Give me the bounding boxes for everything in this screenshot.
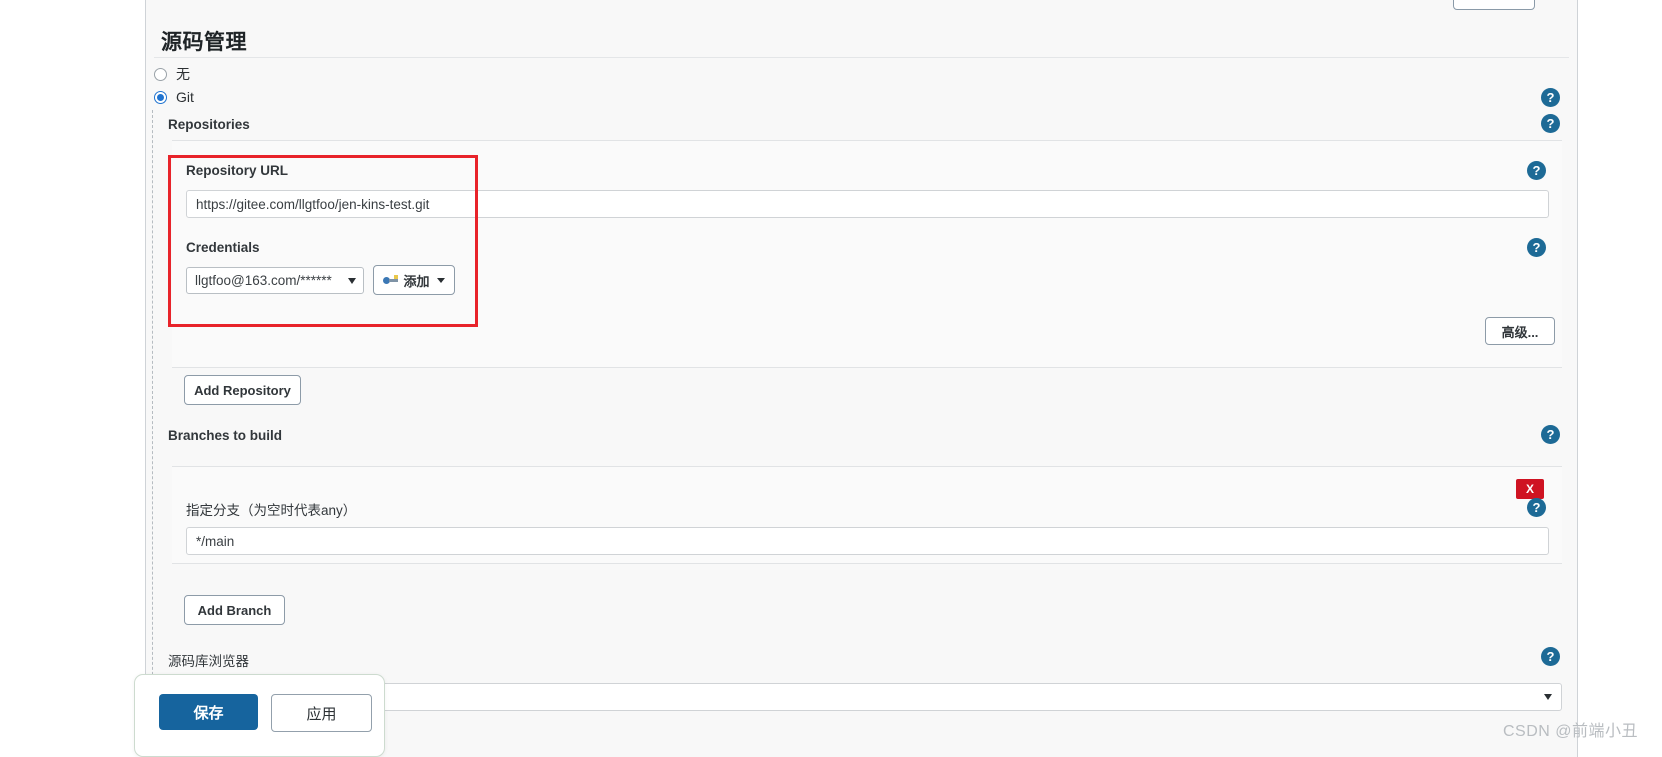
repository-url-label: Repository URL	[186, 163, 289, 178]
add-repository-label: Add Repository	[194, 382, 291, 398]
credentials-select[interactable]: llgtfoo@163.com/******	[186, 267, 364, 294]
add-branch-label: Add Branch	[197, 602, 272, 618]
save-action-bar: 保存 应用	[134, 674, 385, 757]
add-credentials-button[interactable]: 添加	[373, 265, 455, 295]
help-icon-branch-spec[interactable]: ?	[1527, 498, 1546, 517]
help-icon-git[interactable]: ?	[1541, 88, 1560, 107]
add-credentials-label: 添加	[403, 273, 430, 289]
key-icon	[383, 274, 399, 286]
repository-browser-label: 源码库浏览器	[168, 654, 249, 669]
watermark: CSDN @前端小丑	[1502, 723, 1638, 740]
radio-label-none: 无	[176, 66, 190, 82]
help-icon-repository-url[interactable]: ?	[1527, 161, 1546, 180]
nested-section-guide	[152, 110, 153, 695]
chevron-down-icon	[436, 277, 445, 283]
help-icon-branches[interactable]: ?	[1541, 425, 1560, 444]
advanced-button[interactable]: 高级...	[1485, 317, 1555, 345]
radio-option-git[interactable]: Git	[154, 89, 194, 105]
radio-option-none[interactable]: 无	[154, 64, 190, 84]
branches-legend: Branches to build	[168, 428, 283, 443]
add-branch-button[interactable]: Add Branch	[184, 595, 285, 625]
delete-branch-button[interactable]: X	[1516, 479, 1544, 499]
branch-spec-label: 指定分支（为空时代表any）	[186, 503, 357, 518]
repository-entry	[172, 140, 1562, 368]
chevron-down-icon	[348, 277, 356, 284]
radio-indicator-none[interactable]	[154, 67, 167, 81]
title-divider	[154, 57, 1569, 58]
partial-top-button[interactable]	[1453, 0, 1535, 10]
save-button[interactable]: 保存	[159, 694, 258, 730]
help-icon-repositories[interactable]: ?	[1541, 114, 1560, 133]
help-icon-repository-browser[interactable]: ?	[1541, 647, 1560, 666]
apply-button[interactable]: 应用	[271, 694, 372, 732]
page-title: 源码管理	[161, 31, 247, 54]
credentials-label: Credentials	[186, 240, 260, 255]
branch-spec-input[interactable]	[186, 527, 1549, 555]
scm-config-panel: 源码管理 无 Git ? Repositories ? Repository U…	[145, 0, 1578, 757]
radio-indicator-git[interactable]	[154, 90, 167, 104]
advanced-button-label: 高级...	[1501, 324, 1539, 340]
repositories-legend: Repositories	[168, 117, 250, 132]
credentials-selected-value: llgtfoo@163.com/******	[195, 273, 332, 288]
chevron-down-icon	[1544, 694, 1552, 700]
help-icon-credentials[interactable]: ?	[1527, 238, 1546, 257]
add-repository-button[interactable]: Add Repository	[184, 375, 301, 405]
repository-url-input[interactable]	[186, 190, 1549, 218]
radio-label-git: Git	[176, 89, 194, 105]
